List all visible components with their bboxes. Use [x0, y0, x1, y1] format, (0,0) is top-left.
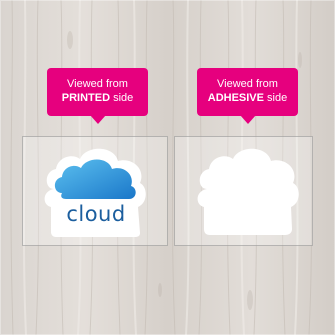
callout-emphasis: PRINTED	[61, 92, 111, 104]
callout-line2: PRINTED side	[47, 91, 148, 105]
callout-line1: Viewed from	[217, 78, 278, 90]
cloud-sticker-back	[195, 147, 301, 235]
callout-suffix: side	[264, 92, 288, 104]
sticker-wordmark: cloud	[66, 202, 126, 226]
callout-emphasis: ADHESIVE	[207, 92, 264, 104]
adhesive-side-callout: Viewed from ADHESIVE side	[197, 68, 298, 124]
product-image: Viewed from PRINTED side Viewed from ADH…	[0, 0, 335, 335]
callout-line2: ADHESIVE side	[197, 91, 298, 105]
callout-pointer	[89, 115, 106, 124]
callout-line1: Viewed from	[67, 78, 128, 90]
callout-suffix: side	[110, 92, 134, 104]
cloud-sticker-front: cloud	[42, 147, 150, 237]
callout-pointer	[239, 115, 256, 124]
cloud-silhouette-icon	[197, 148, 299, 235]
printed-side-callout: Viewed from PRINTED side	[47, 68, 148, 124]
